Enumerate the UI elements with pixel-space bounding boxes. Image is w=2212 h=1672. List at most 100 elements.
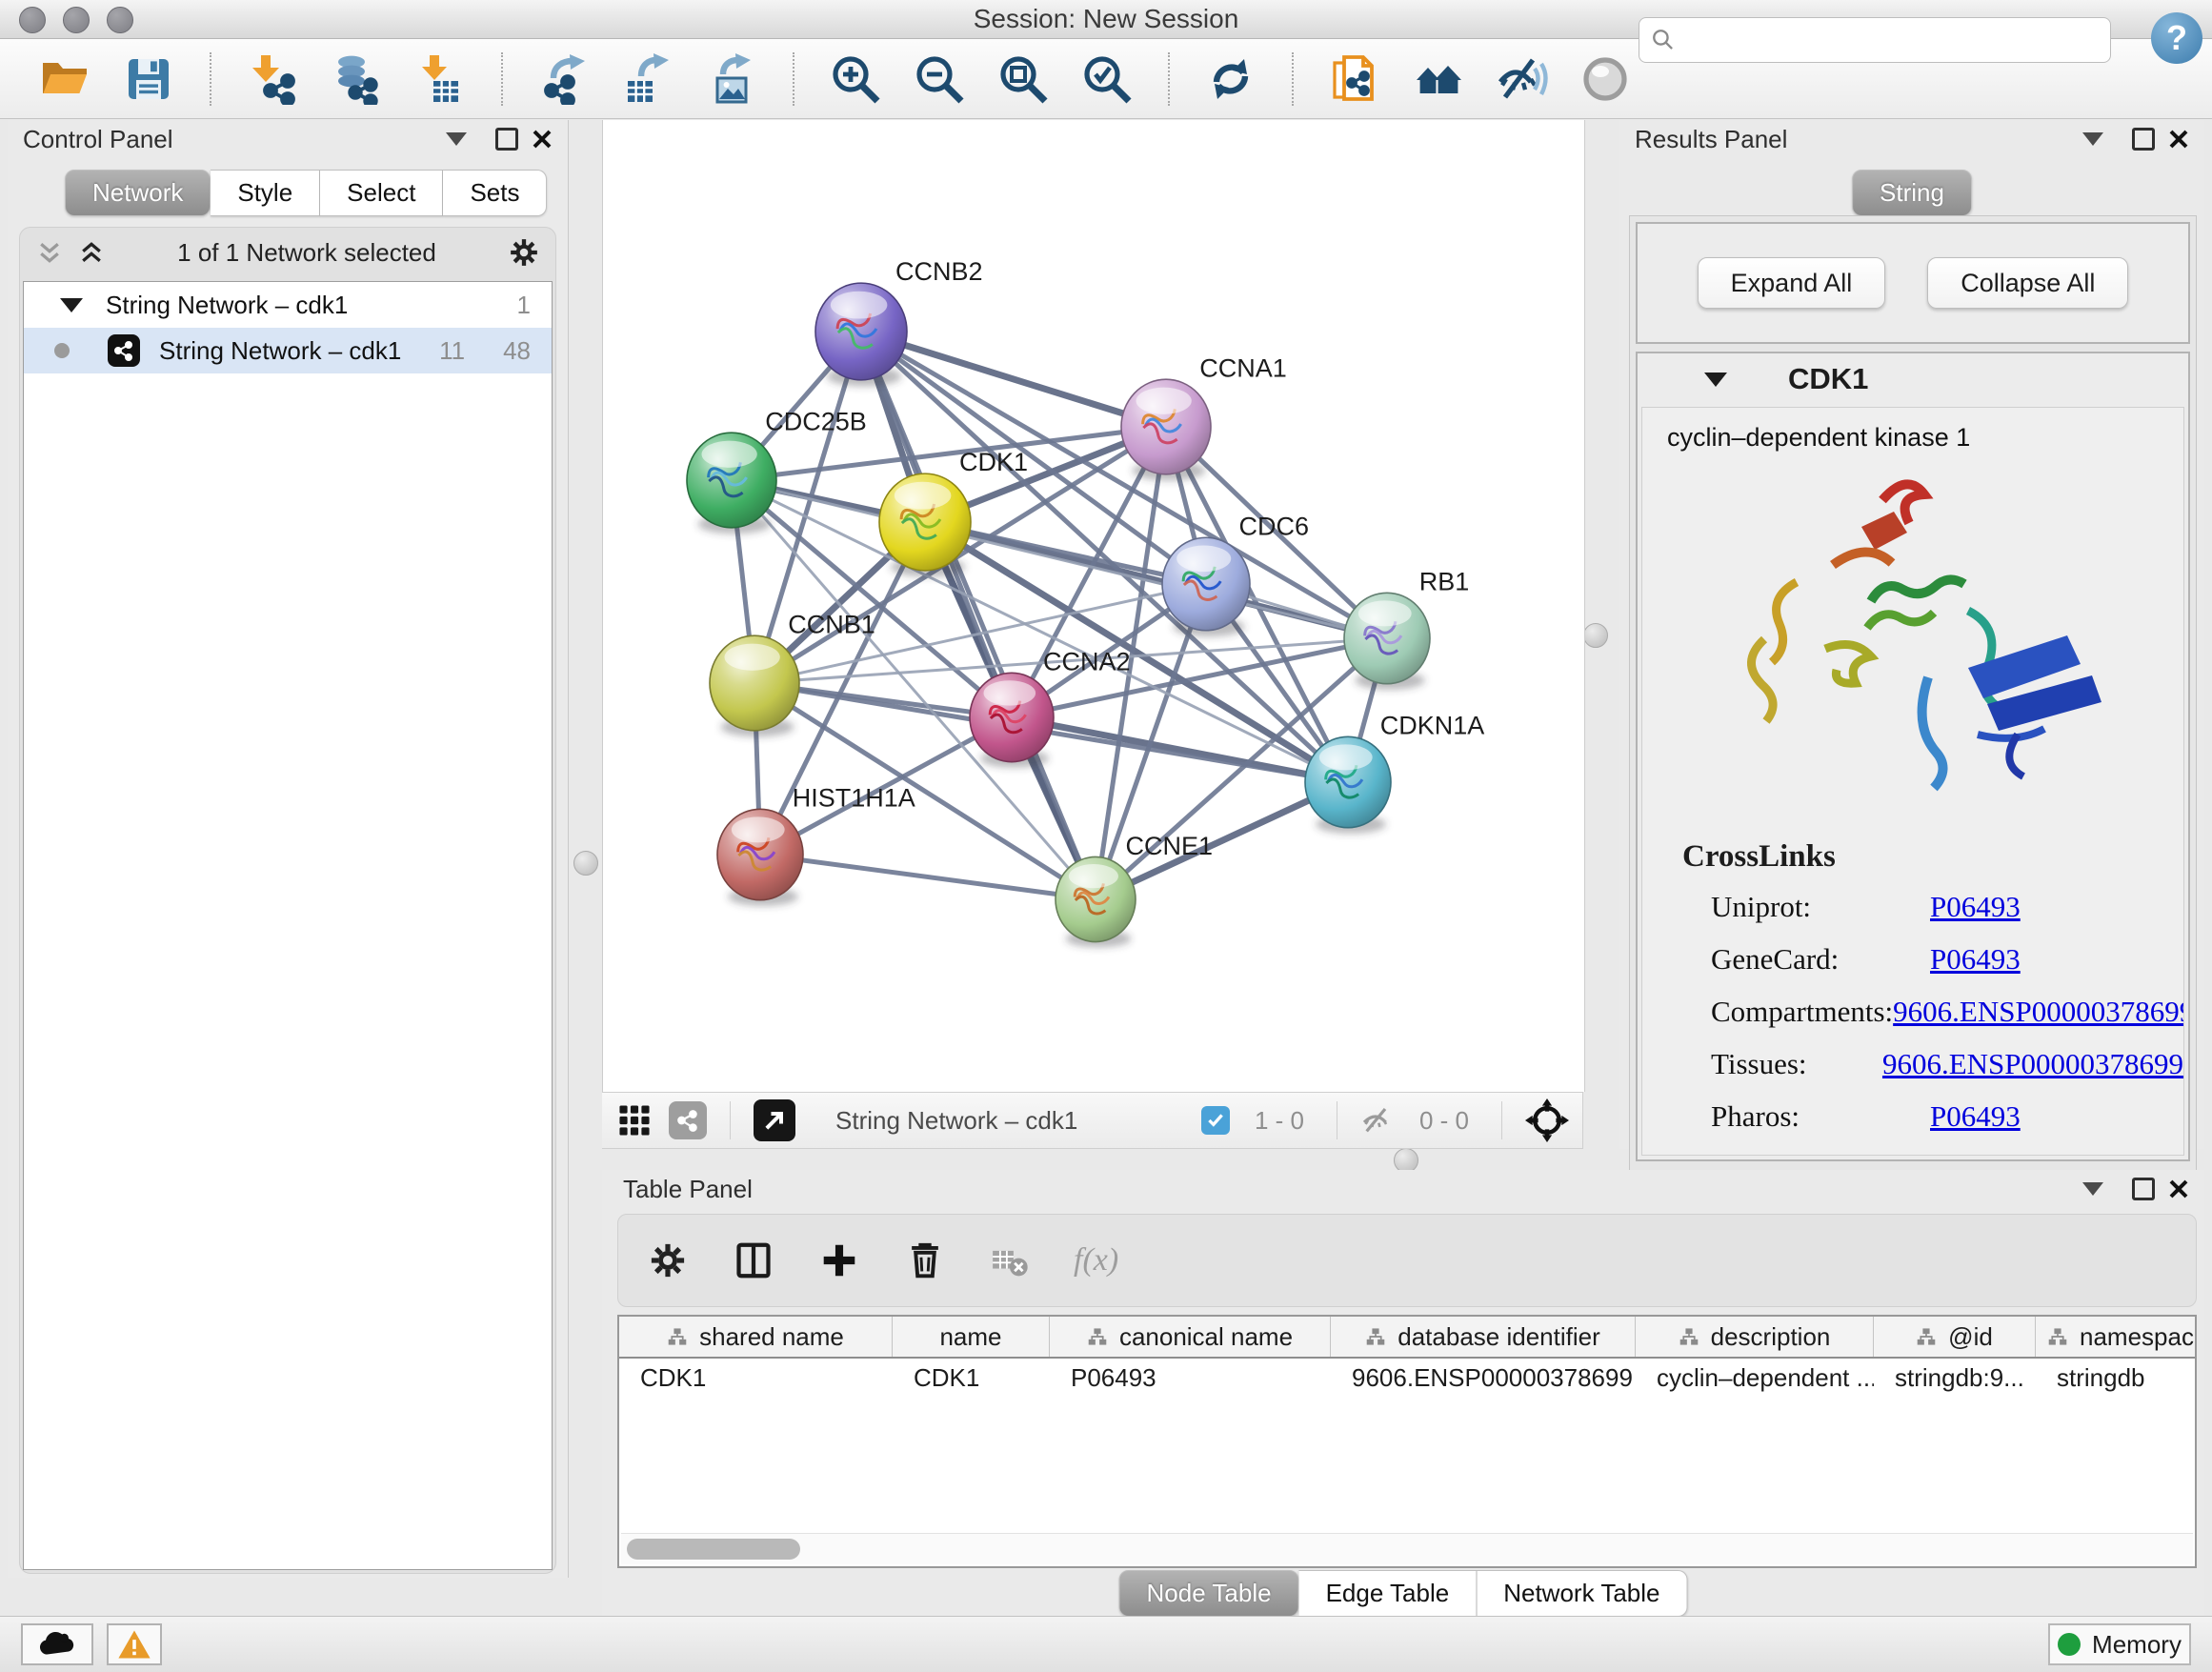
close-panel-icon[interactable] <box>2168 1178 2189 1199</box>
protein-section-header[interactable]: CDK1 <box>1638 353 2188 405</box>
collapse-all-chevron-icon[interactable] <box>35 238 64 267</box>
crosslink-link[interactable]: P06493 <box>1930 880 2021 933</box>
search-box[interactable] <box>1639 17 2111 63</box>
tab-edge-table[interactable]: Edge Table <box>1299 1570 1478 1617</box>
section-expander-icon[interactable] <box>1704 373 1727 387</box>
network-edge-CCNB2-CCNA1[interactable] <box>861 332 1166 427</box>
add-column-icon[interactable] <box>818 1239 860 1281</box>
column-header[interactable]: namespac <box>2036 1317 2197 1357</box>
memory-label: Memory <box>2092 1630 2182 1660</box>
collection-expander-icon[interactable] <box>60 298 83 312</box>
selected-checkbox-icon[interactable] <box>1201 1106 1230 1135</box>
import-network-button[interactable] <box>246 52 299 106</box>
zoom-in-button[interactable] <box>829 52 882 106</box>
column-header[interactable]: description <box>1636 1317 1874 1357</box>
crosslink-link[interactable]: P06493 <box>1930 933 2021 985</box>
edge-count: 48 <box>503 336 531 366</box>
network-view-toolbar: String Network – cdk1 1 - 0 0 - 0 <box>602 1092 1583 1149</box>
column-header[interactable]: shared name <box>619 1317 893 1357</box>
export-network-button[interactable] <box>537 52 591 106</box>
table-tabs: Node TableEdge TableNetwork Table <box>1119 1570 1688 1617</box>
import-string-button[interactable] <box>1328 52 1381 106</box>
table-row[interactable]: CDK1CDK1P064939606.ENSP00000378699cyclin… <box>619 1359 2195 1397</box>
crosshair-icon[interactable] <box>1525 1098 1569 1142</box>
tree-column-icon <box>1679 1327 1699 1346</box>
column-header[interactable]: name <box>893 1317 1050 1357</box>
tab-string[interactable]: String <box>1852 170 1972 216</box>
import-network-icon <box>247 53 298 105</box>
table-settings-gear-icon[interactable] <box>647 1239 689 1281</box>
zoom-out-button[interactable] <box>913 52 966 106</box>
zoom-fit-button[interactable] <box>996 52 1050 106</box>
help-button[interactable]: ? <box>2151 12 2202 64</box>
tab-select[interactable]: Select <box>320 170 443 216</box>
column-header[interactable]: database identifier <box>1331 1317 1636 1357</box>
network-row-selected[interactable]: String Network – cdk1 11 48 <box>24 328 552 373</box>
table-toolbar: f(x) <box>617 1214 2197 1307</box>
float-panel-icon[interactable] <box>2132 128 2155 151</box>
home-button[interactable] <box>1412 52 1465 106</box>
open-session-button[interactable] <box>38 52 91 106</box>
show-columns-icon[interactable] <box>733 1239 774 1281</box>
column-header[interactable]: canonical name <box>1050 1317 1331 1357</box>
float-panel-icon[interactable] <box>495 128 518 151</box>
import-database-button[interactable] <box>330 52 383 106</box>
zoom-window-button[interactable] <box>107 7 133 33</box>
string-view-icon[interactable] <box>669 1101 707 1139</box>
network-edge-CCNE1-HIST1H1A[interactable] <box>760 855 1096 899</box>
memory-indicator[interactable]: Memory <box>2048 1623 2191 1665</box>
crosslink-link[interactable]: 9606.ENSP00000378699 <box>1882 1037 2183 1090</box>
tab-network-table[interactable]: Network Table <box>1477 1570 1687 1617</box>
hidden-eye-icon[interactable] <box>1360 1103 1395 1138</box>
right-divider-handle[interactable] <box>1583 623 1608 648</box>
warning-button[interactable] <box>107 1623 162 1665</box>
left-divider-handle[interactable] <box>573 851 598 876</box>
crosslink-link[interactable]: P06493 <box>1930 1090 2021 1142</box>
expand-all-button[interactable]: Expand All <box>1698 257 1886 309</box>
import-table-button[interactable] <box>413 52 467 106</box>
export-image-button[interactable] <box>705 52 758 106</box>
apply-layout-button[interactable] <box>1204 52 1257 106</box>
panel-menu-caret-icon[interactable] <box>2082 132 2103 146</box>
scrollbar-thumb[interactable] <box>627 1539 800 1560</box>
horizontal-scrollbar[interactable] <box>621 1533 2193 1564</box>
tab-style[interactable]: Style <box>211 170 320 216</box>
search-input[interactable] <box>1685 25 2099 56</box>
minimize-window-button[interactable] <box>63 7 90 33</box>
export-table-button[interactable] <box>621 52 674 106</box>
protein-section: CDK1 cyclin–dependent kinase 1 <box>1636 352 2190 1161</box>
close-panel-icon[interactable] <box>2168 129 2189 150</box>
crosslink-label: GeneCard: <box>1711 933 1930 985</box>
function-builder-button[interactable]: f(x) <box>1074 1242 1118 1279</box>
expand-all-chevron-icon[interactable] <box>77 238 106 267</box>
string-results-frame: Expand All Collapse All CDK1 cyclin–depe… <box>1629 215 2197 1172</box>
tab-network[interactable]: Network <box>65 170 211 216</box>
tab-sets[interactable]: Sets <box>443 170 547 216</box>
tree-column-icon <box>667 1327 688 1346</box>
delete-column-icon[interactable] <box>904 1239 946 1281</box>
tab-node-table[interactable]: Node Table <box>1119 1570 1299 1617</box>
node-label-CDC6: CDC6 <box>1239 512 1310 540</box>
show-panels-button[interactable] <box>1579 52 1633 106</box>
close-panel-icon[interactable] <box>532 129 553 150</box>
grid-view-icon[interactable] <box>615 1101 654 1139</box>
close-window-button[interactable] <box>19 7 46 33</box>
collapse-all-button[interactable]: Collapse All <box>1927 257 2128 309</box>
cloud-button[interactable] <box>21 1623 93 1665</box>
hide-panels-button[interactable] <box>1496 52 1549 106</box>
save-icon <box>123 53 174 105</box>
delete-table-icon[interactable] <box>990 1240 1030 1280</box>
float-panel-icon[interactable] <box>2132 1178 2155 1200</box>
column-header[interactable]: @id <box>1874 1317 2036 1357</box>
network-tab-body: 1 of 1 Network selected String Network –… <box>19 227 556 1574</box>
save-session-button[interactable] <box>122 52 175 106</box>
birds-eye-view-icon[interactable] <box>754 1099 795 1141</box>
panel-menu-caret-icon[interactable] <box>446 132 467 146</box>
zoom-selected-button[interactable] <box>1080 52 1134 106</box>
network-canvas[interactable]: CCNB2CCNA1CDC25BCDK1CDC6RB1CCNB1CCNA2CDK… <box>602 120 1585 1092</box>
panel-menu-caret-icon[interactable] <box>2082 1182 2103 1196</box>
gear-icon[interactable] <box>508 236 540 269</box>
network-collection-row[interactable]: String Network – cdk1 1 <box>24 282 552 328</box>
crosslink-link[interactable]: 9606.ENSP00000378699 <box>1893 985 2184 1037</box>
selected-counts: 1 - 0 <box>1255 1106 1304 1136</box>
